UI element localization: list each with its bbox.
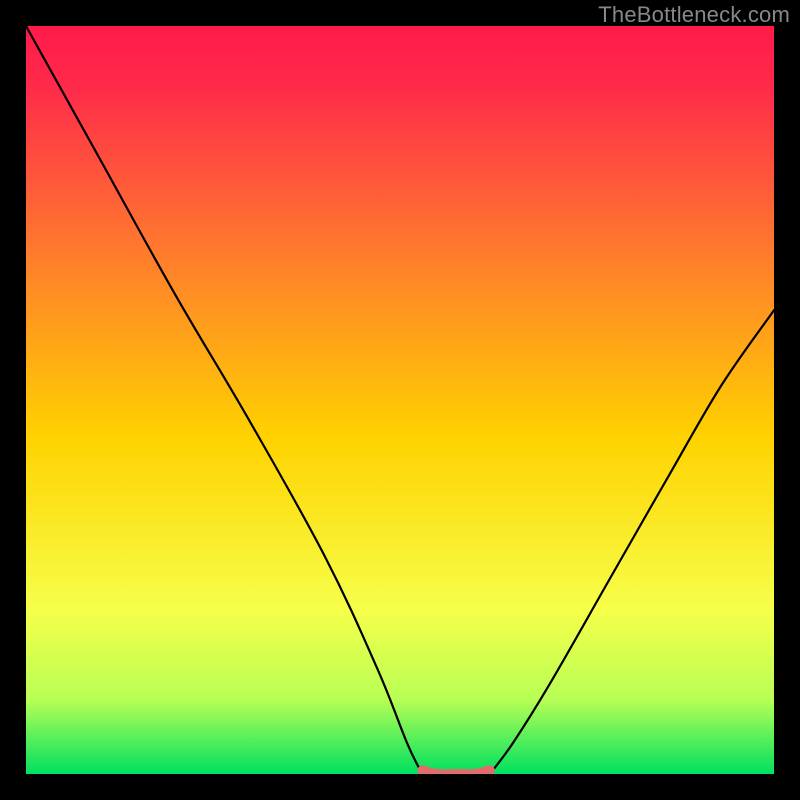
curve-bottom-highlight <box>422 770 489 774</box>
watermark-text: TheBottleneck.com <box>598 2 790 28</box>
gradient-background <box>26 26 774 774</box>
plot-area <box>26 26 774 774</box>
chart-svg <box>26 26 774 774</box>
chart-frame: TheBottleneck.com <box>0 0 800 800</box>
